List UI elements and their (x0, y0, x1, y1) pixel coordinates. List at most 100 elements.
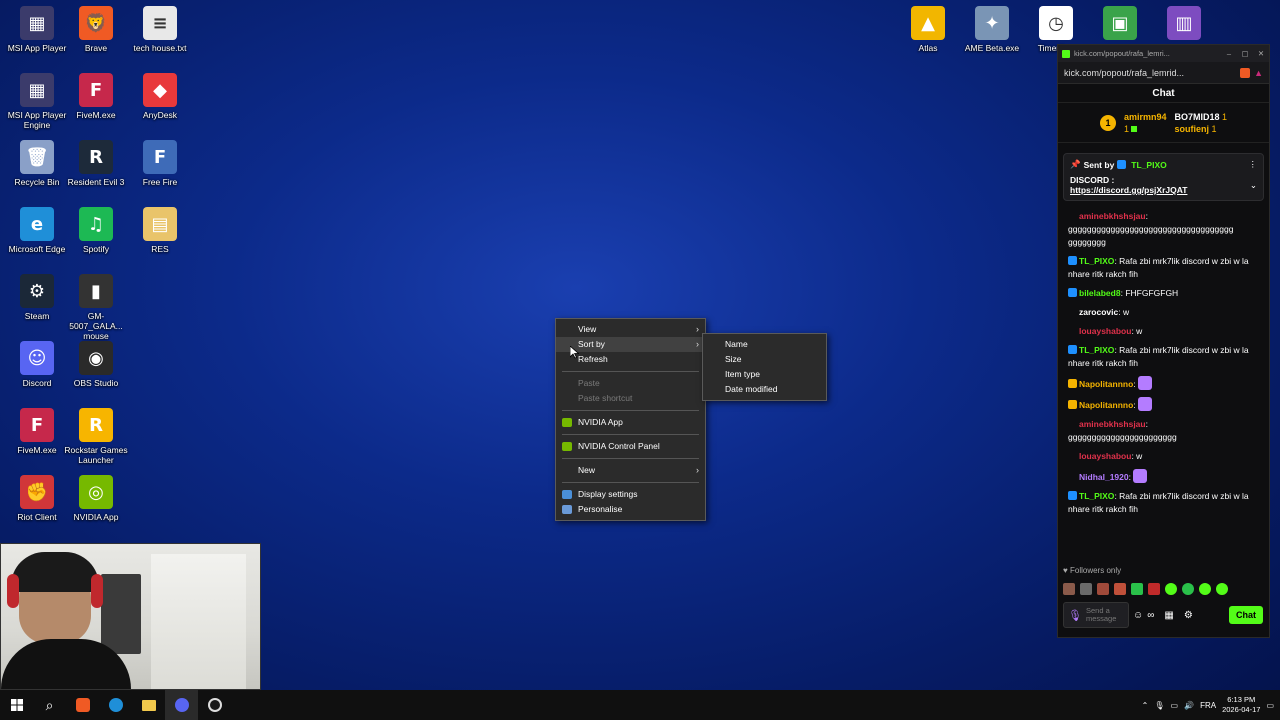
brave-shield-icon[interactable] (1240, 67, 1251, 78)
chat-text: FHFGFGFGH (1125, 288, 1179, 298)
desktop-icon-resident-evil-3[interactable]: R Resident Evil 3 (64, 140, 128, 187)
sort-option-date-modified[interactable]: Date modified (703, 382, 826, 397)
chat-username[interactable]: TL_PIXO (1079, 256, 1114, 266)
chevron-down-icon[interactable]: ⌄ (1250, 180, 1257, 191)
chat-username[interactable]: aminebkhshsjau (1079, 211, 1146, 221)
desktop-icon-rockstar-games-launcher[interactable]: R Rockstar Games Launcher (64, 408, 128, 465)
desktop-icon-steam[interactable]: ⚙ Steam (5, 274, 69, 321)
emote-icon[interactable] (1097, 583, 1109, 595)
infinity-icon[interactable]: ∞ (1147, 610, 1154, 621)
kick-chat-popout: kick.com/popout/rafa_lemri... – ▢ ✕ kick… (1057, 44, 1270, 638)
desktop-icon-app-3[interactable]: ▣ (1088, 6, 1152, 43)
leaderboard-user-3[interactable]: soufienj (1174, 124, 1209, 134)
menu-item-new[interactable]: New › (556, 463, 705, 478)
network-icon[interactable]: ▭ (1171, 701, 1179, 710)
desktop-icon-free-fire[interactable]: F Free Fire (128, 140, 192, 187)
menu-item-personalise[interactable]: Personalise (556, 502, 705, 517)
chat-username[interactable]: louayshabou (1079, 451, 1131, 461)
language-indicator[interactable]: FRA (1200, 701, 1216, 710)
emote-icon[interactable] (1199, 583, 1211, 595)
taskbar-edge-icon[interactable] (99, 690, 132, 720)
chat-username[interactable]: Napolitannno (1079, 400, 1133, 410)
desktop-icon-tech-house-txt[interactable]: ≡ tech house.txt (128, 6, 192, 53)
menu-item-label: View (578, 324, 597, 334)
menu-item-view[interactable]: View › (556, 322, 705, 337)
microphone-tray-icon[interactable]: 🎙 (1154, 701, 1164, 710)
chat-username[interactable]: aminebkhshsjau (1079, 419, 1146, 429)
desktop-icon-anydesk[interactable]: ◆ AnyDesk (128, 73, 192, 120)
desktop-icon-riot-client[interactable]: ✊ Riot Client (5, 475, 69, 522)
clock[interactable]: 6:13 PM 2026-04-17 (1222, 695, 1260, 715)
chat-username[interactable]: TL_PIXO (1079, 491, 1114, 501)
emote-icon[interactable] (1148, 583, 1160, 595)
desktop-icon-obs-studio[interactable]: ◉ OBS Studio (64, 341, 128, 388)
taskbar-discord-icon[interactable] (165, 690, 198, 720)
chat-username[interactable]: Napolitannno (1079, 379, 1133, 389)
desktop-icon-brave[interactable]: 🦁 Brave (64, 6, 128, 53)
mouse-cursor (569, 345, 580, 362)
desktop-icon-label: Riot Client (17, 512, 57, 522)
microphone-icon[interactable]: 🎙 (1068, 609, 1082, 622)
emote-icon[interactable] (1216, 583, 1228, 595)
desktop-icon-ame-beta-exe[interactable]: ✦ AME Beta.exe (960, 6, 1024, 53)
msi-app-player-engine-icon: ▦ (20, 73, 54, 107)
emote-icon[interactable] (1114, 583, 1126, 595)
desktop-icon-gm-5007-gala-mouse[interactable]: ▮ GM-5007_GALA... mouse (64, 274, 128, 341)
leaderboard-user-2[interactable]: BO7MID18 (1174, 112, 1219, 122)
desktop-icon-fivem-exe[interactable]: F FiveM.exe (5, 408, 69, 455)
desktop-icon-msi-app-player[interactable]: ▦ MSI App Player (5, 6, 69, 53)
more-options-icon[interactable]: ⋮ (1249, 159, 1258, 170)
search-icon[interactable]: ⌕ (33, 690, 66, 720)
chat-username[interactable]: zarocovic (1079, 307, 1118, 317)
sort-option-item-type[interactable]: Item type (703, 367, 826, 382)
desktop-icon-res[interactable]: ▤ RES (128, 207, 192, 254)
emote-icon[interactable] (1131, 583, 1143, 595)
close-icon[interactable]: ✕ (1253, 49, 1269, 58)
store-icon[interactable]: ▦ (1164, 610, 1173, 621)
notification-icon[interactable]: ▭ (1266, 701, 1274, 710)
emote-picker-icon[interactable]: ☺ (1133, 610, 1143, 621)
gifter-leaderboard: 1 amirmn94 1 BO7MID18 1 soufienj 1 (1058, 103, 1269, 143)
chat-window-titlebar[interactable]: kick.com/popout/rafa_lemri... – ▢ ✕ (1058, 45, 1269, 62)
leaderboard-user-1[interactable]: amirmn94 (1124, 112, 1167, 122)
emote-icon[interactable] (1080, 583, 1092, 595)
chat-username[interactable]: TL_PIXO (1079, 345, 1114, 355)
address-bar[interactable]: kick.com/popout/rafa_lemrid... ▲ (1058, 62, 1269, 84)
desktop-icon-fivem-exe[interactable]: F FiveM.exe (64, 73, 128, 120)
desktop-icon-atlas[interactable]: ▲ Atlas (896, 6, 960, 53)
minimize-icon[interactable]: – (1221, 49, 1237, 58)
start-button[interactable] (0, 690, 33, 720)
menu-item-nvidia-control-panel[interactable]: NVIDIA Control Panel (556, 439, 705, 454)
taskbar-file-explorer-icon[interactable] (132, 690, 165, 720)
desktop-icon-app-4[interactable]: ▥ (1152, 6, 1216, 43)
emote-icon[interactable] (1165, 583, 1177, 595)
desktop-icon-recycle-bin[interactable]: 🗑 Recycle Bin (5, 140, 69, 187)
settings-gear-icon[interactable]: ⚙ (1184, 610, 1193, 621)
taskbar-obs-icon[interactable] (198, 690, 231, 720)
taskbar-brave-icon[interactable] (66, 690, 99, 720)
maximize-icon[interactable]: ▢ (1237, 49, 1253, 58)
desktop-icon-discord[interactable]: ☺ Discord (5, 341, 69, 388)
chat-username[interactable]: bilelabed8 (1079, 288, 1121, 298)
pinned-user[interactable]: TL_PIXO (1131, 160, 1166, 170)
emote-icon[interactable] (1182, 583, 1194, 595)
menu-item-display-settings[interactable]: Display settings (556, 487, 705, 502)
sort-option-size[interactable]: Size (703, 352, 826, 367)
sort-option-name[interactable]: Name (703, 337, 826, 352)
desktop-icon-label: GM-5007_GALA... mouse (69, 311, 123, 341)
menu-item-nvidia-app[interactable]: NVIDIA App (556, 415, 705, 430)
desktop-icon-nvidia-app[interactable]: ◎ NVIDIA App (64, 475, 128, 522)
chevron-up-icon[interactable]: ⌃ (1142, 701, 1149, 710)
message-input[interactable]: 🎙 Send a message (1063, 602, 1129, 628)
send-chat-button[interactable]: Chat (1229, 606, 1263, 624)
desktop-icon-microsoft-edge[interactable]: e Microsoft Edge (5, 207, 69, 254)
desktop-icon-msi-app-player-engine[interactable]: ▦ MSI App Player Engine (5, 73, 69, 130)
brave-rewards-icon[interactable]: ▲ (1254, 68, 1263, 78)
volume-icon[interactable]: 🔊 (1184, 701, 1194, 710)
chat-username[interactable]: louayshabou (1079, 326, 1131, 336)
pinned-discord-link[interactable]: https://discord.gg/psjXrJQAT (1070, 185, 1250, 195)
riot-client-icon: ✊ (20, 475, 54, 509)
emote-icon[interactable] (1063, 583, 1075, 595)
desktop-icon-spotify[interactable]: ♫ Spotify (64, 207, 128, 254)
chat-username[interactable]: Nidhal_1920 (1079, 472, 1129, 482)
